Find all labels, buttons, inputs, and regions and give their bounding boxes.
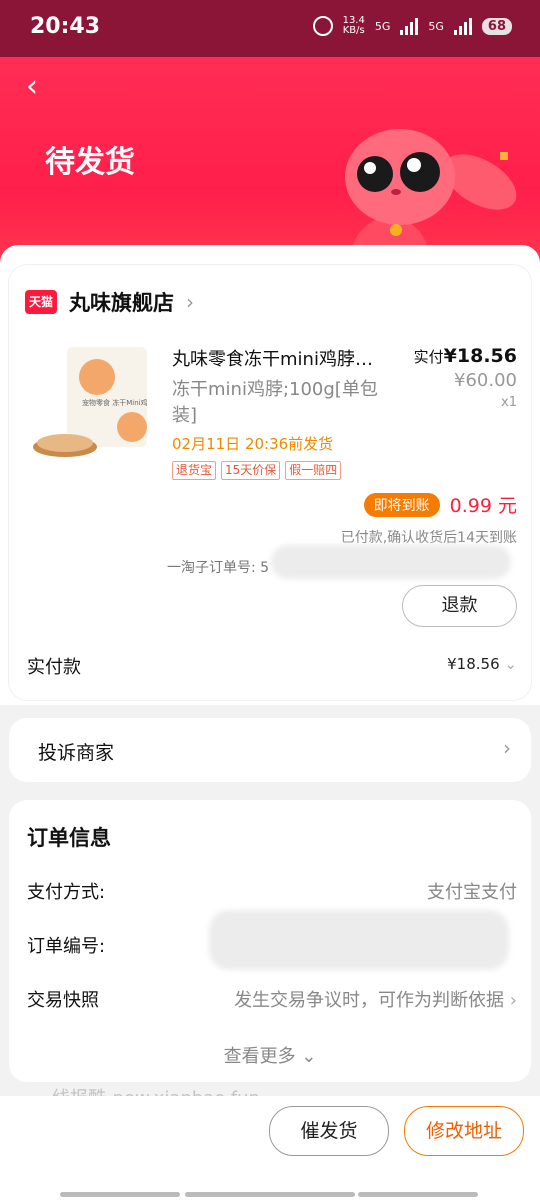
product-image-text: 宠物零食 冻干Mini鸡脖: [82, 398, 147, 407]
network-speed: 13.4 KB/s: [342, 15, 365, 36]
chevron-right-icon: ›: [186, 290, 194, 314]
battery-icon: 68: [481, 17, 512, 35]
nav-indicator: [185, 1192, 355, 1197]
status-icons: 13.4 KB/s 5G 5G 68: [312, 15, 512, 36]
modify-address-button[interactable]: 修改地址: [404, 1106, 524, 1156]
sim1-label: 5G: [374, 19, 391, 33]
back-icon[interactable]: ‹: [26, 69, 38, 104]
cashback-row: 即将到账 0.99 元: [363, 491, 517, 518]
price-column: 实付¥18.56 ¥60.00 x1: [414, 345, 517, 410]
product-spec: 冻干mini鸡脖;100g[单包装]: [172, 379, 378, 426]
refund-button[interactable]: 退款: [402, 585, 517, 627]
total-label: 实付款: [27, 657, 81, 678]
product-title[interactable]: 丸味零食冻干mini鸡脖…: [172, 345, 404, 371]
chevron-right-icon: ›: [509, 990, 517, 1011]
service-tag: 15天价保: [221, 461, 281, 480]
store-header[interactable]: 天猫 丸味旗舰店 ›: [25, 287, 194, 317]
service-tag: 假一赔四: [285, 461, 342, 480]
nav-indicator: [60, 1192, 180, 1197]
total-value[interactable]: ¥18.56 ⌄: [447, 655, 517, 673]
chevron-down-icon: ⌄: [504, 655, 517, 673]
status-time: 20:43: [30, 14, 101, 39]
complain-label: 投诉商家: [38, 742, 115, 764]
row-value: 支付宝支付: [427, 882, 517, 903]
redaction-blur: [271, 545, 511, 579]
order-info-title: 订单信息: [27, 826, 111, 850]
service-tag: 退货宝: [172, 461, 217, 480]
sim2-label: 5G: [428, 19, 444, 33]
signal-icon: [453, 17, 472, 35]
cashback-badge: 即将到账: [363, 492, 440, 517]
order-card: 天猫 丸味旗舰店 › 宠物零食 冻干Mini鸡脖 丸味零食冻干mini鸡脖… 冻…: [9, 265, 531, 700]
urge-shipping-button[interactable]: 催发货: [269, 1106, 389, 1156]
taozi-order-number: 一淘子订单号: 5: [167, 560, 270, 576]
row-label: 交易快照: [27, 990, 99, 1011]
quantity: x1: [501, 395, 517, 410]
page-title: 待发货: [45, 145, 135, 180]
cashback-amount: 0.99 元: [449, 495, 517, 517]
order-info-card: 订单信息 支付方式: 支付宝支付 订单编号: 交易快照 发生交易争议时，可作为判…: [9, 800, 531, 1082]
tmall-logo-icon: 天猫: [25, 290, 57, 314]
product-image[interactable]: 宠物零食 冻干Mini鸡脖: [27, 347, 147, 462]
status-bar: 20:43 13.4 KB/s 5G 5G 68: [0, 0, 540, 57]
chevron-down-icon: ⌄: [301, 1046, 317, 1067]
show-more[interactable]: 查看更多 ⌄: [9, 1042, 531, 1068]
ship-deadline: 02月11日 20:36前发货: [172, 435, 334, 453]
paid-price: 实付¥18.56: [413, 345, 517, 367]
store-name[interactable]: 丸味旗舰店: [69, 287, 174, 317]
row-label: 订单编号:: [27, 936, 106, 957]
original-price: ¥60.00: [454, 370, 517, 391]
service-tags: 退货宝 15天价保 假一赔四: [172, 461, 342, 480]
signal-icon: [400, 17, 419, 35]
alarm-icon: [312, 16, 333, 36]
chevron-right-icon: ›: [503, 736, 511, 760]
redaction-blur: [209, 910, 509, 970]
row-value: 发生交易争议时，可作为判断依据 ›: [234, 990, 517, 1011]
header-banner: ‹ 待发货: [0, 57, 540, 277]
cashback-note: 已付款,确认收货后14天到账: [340, 530, 517, 546]
row-label: 支付方式:: [27, 882, 106, 903]
nav-indicator: [358, 1192, 478, 1197]
complain-merchant[interactable]: 投诉商家 ›: [9, 718, 531, 782]
